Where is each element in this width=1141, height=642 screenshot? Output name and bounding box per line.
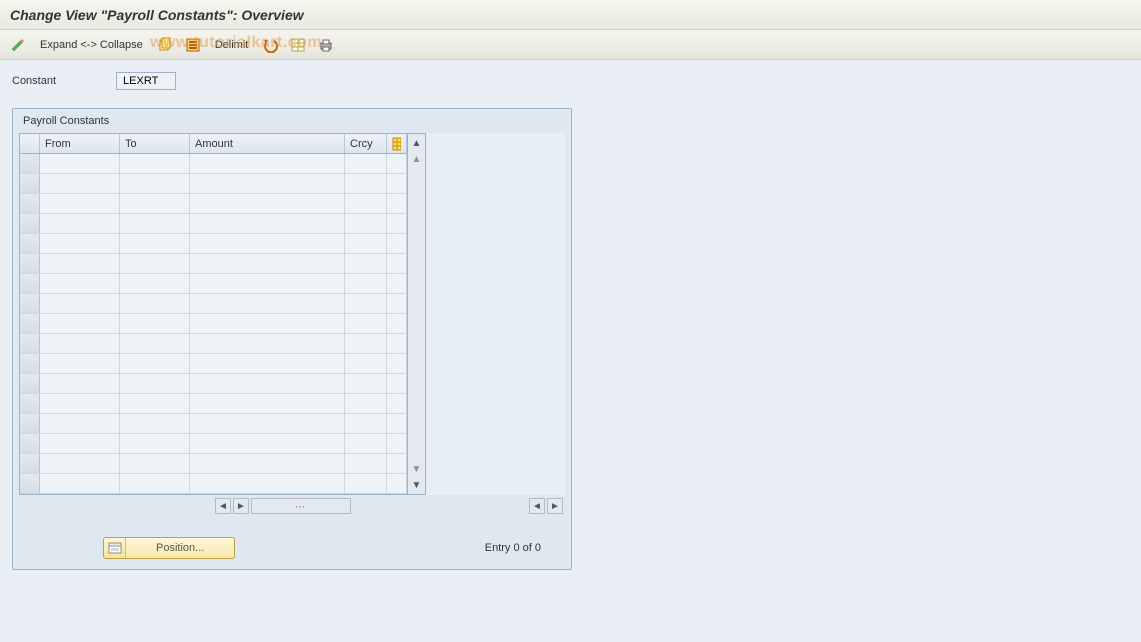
scroll-right-icon[interactable]: ► [233, 498, 249, 514]
scroll-right-end-icon[interactable]: ► [547, 498, 563, 514]
table-row[interactable] [20, 414, 407, 434]
constant-label: Constant [12, 75, 56, 87]
grid-header: From To Amount Crcy [20, 134, 407, 154]
print-icon[interactable] [314, 34, 338, 56]
payroll-constants-panel: Payroll Constants From To Amount Crcy ▲ [12, 108, 572, 570]
page-title: Change View "Payroll Constants": Overvie… [10, 7, 304, 23]
table-row[interactable] [20, 234, 407, 254]
table-row[interactable] [20, 354, 407, 374]
grid-body [20, 154, 407, 494]
scroll-up-icon-2[interactable]: ▲ [411, 153, 423, 165]
position-button[interactable]: Position... [103, 537, 235, 559]
table-row[interactable] [20, 374, 407, 394]
table-row[interactable] [20, 394, 407, 414]
entry-count: Entry 0 of 0 [485, 542, 541, 554]
undo-icon[interactable] [258, 34, 282, 56]
expand-collapse-button[interactable]: Expand <-> Collapse [34, 34, 149, 56]
column-from[interactable]: From [40, 134, 120, 153]
grid: From To Amount Crcy [19, 133, 408, 495]
select-all-icon[interactable] [181, 34, 205, 56]
table-row[interactable] [20, 474, 407, 494]
table-row[interactable] [20, 254, 407, 274]
column-amount[interactable]: Amount [190, 134, 345, 153]
delimit-button[interactable]: Delimit [209, 34, 255, 56]
table-row[interactable] [20, 154, 407, 174]
copy-icon[interactable] [153, 34, 177, 56]
position-icon [104, 538, 126, 558]
table-row[interactable] [20, 454, 407, 474]
scroll-down-icon-2[interactable]: ▼ [411, 463, 423, 475]
table-settings-icon[interactable] [286, 34, 310, 56]
table-row[interactable] [20, 194, 407, 214]
vertical-scrollbar[interactable]: ▲ ▲ ▼ ▼ [408, 133, 426, 495]
scroll-down-icon[interactable]: ▼ [411, 479, 423, 491]
scroll-track[interactable]: ⋯ [251, 498, 351, 514]
panel-title: Payroll Constants [19, 113, 565, 133]
column-configure-icon[interactable] [387, 134, 407, 153]
scroll-up-icon[interactable]: ▲ [411, 137, 423, 149]
title-bar: Change View "Payroll Constants": Overvie… [0, 0, 1141, 30]
table-row[interactable] [20, 274, 407, 294]
table-row[interactable] [20, 214, 407, 234]
grid-wrapper: From To Amount Crcy ▲ ▲ ▼ ▼ [19, 133, 565, 495]
table-row[interactable] [20, 294, 407, 314]
scroll-left-end-icon[interactable]: ◄ [529, 498, 545, 514]
constant-field-row: Constant [12, 72, 1129, 90]
table-row[interactable] [20, 174, 407, 194]
toolbar: Expand <-> Collapse Delimit www.tutorial… [0, 30, 1141, 60]
scroll-left-icon[interactable]: ◄ [215, 498, 231, 514]
column-to[interactable]: To [120, 134, 190, 153]
table-row[interactable] [20, 434, 407, 454]
content-area: Constant Payroll Constants From To Amoun… [0, 60, 1141, 642]
horizontal-scrollbar: ◄ ► ⋯ ◄ ► [19, 497, 565, 515]
table-row[interactable] [20, 314, 407, 334]
constant-input[interactable] [116, 72, 176, 90]
column-selector[interactable] [20, 134, 40, 153]
position-label: Position... [126, 542, 234, 554]
panel-footer: Position... Entry 0 of 0 [19, 537, 565, 559]
column-crcy[interactable]: Crcy [345, 134, 387, 153]
table-row[interactable] [20, 334, 407, 354]
toggle-display-change-icon[interactable] [6, 34, 30, 56]
